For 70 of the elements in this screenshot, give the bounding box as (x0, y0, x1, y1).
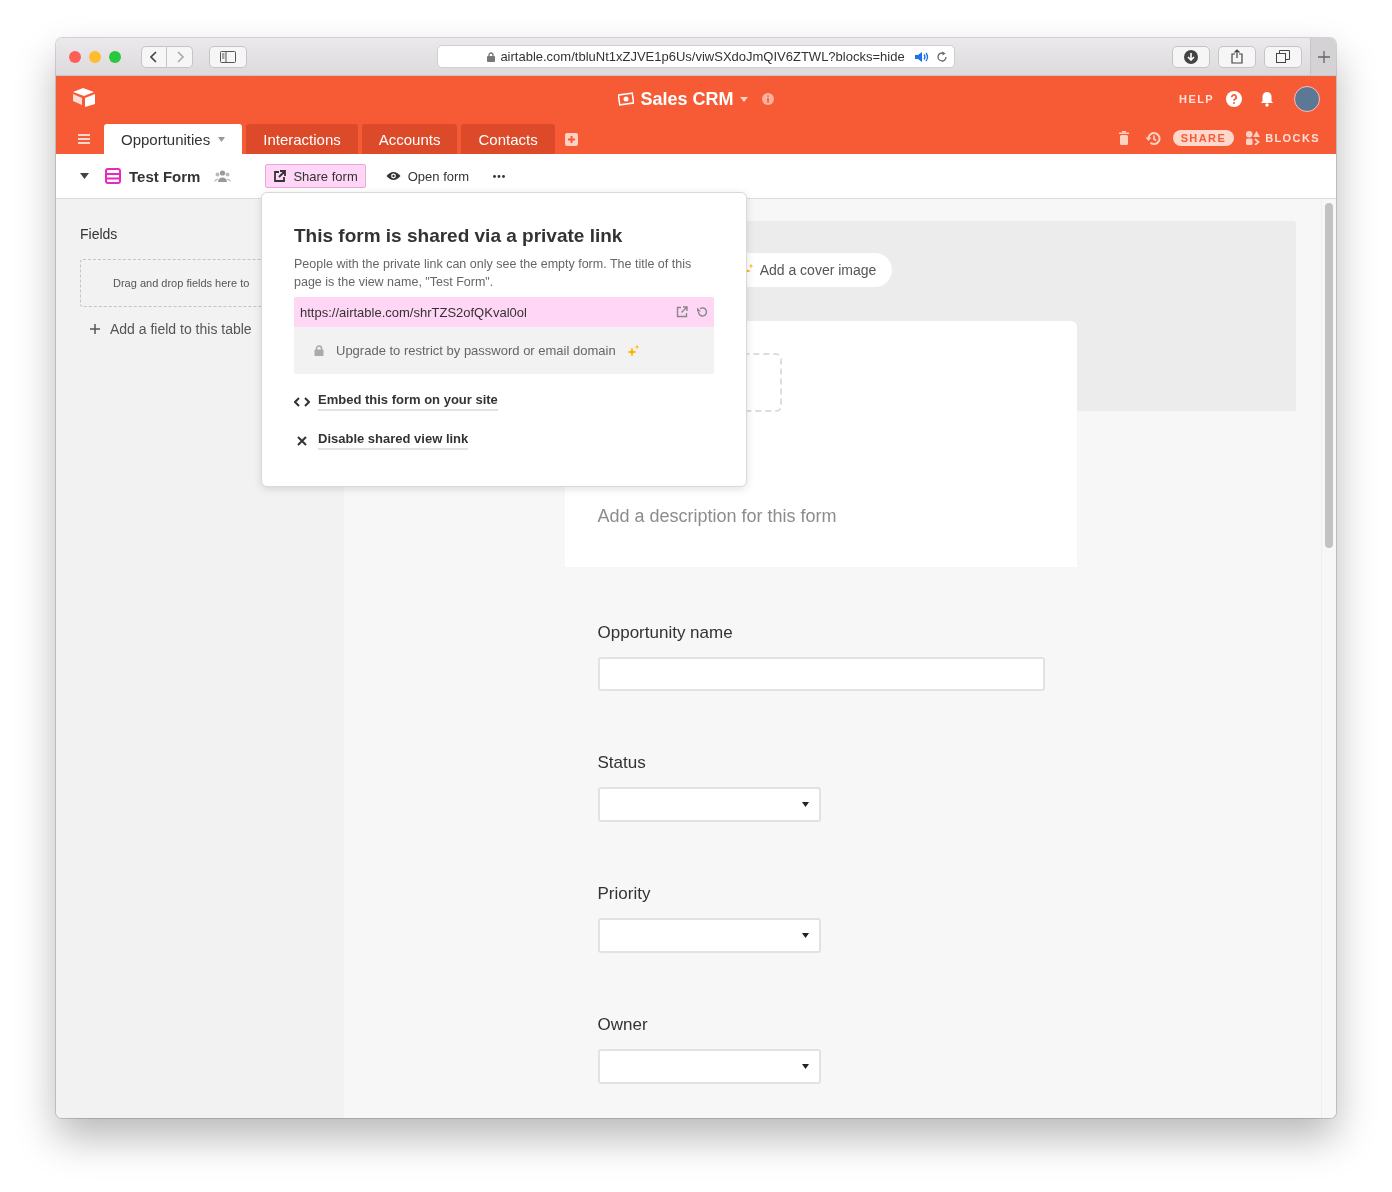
external-link-icon[interactable] (676, 306, 688, 318)
add-field-button[interactable]: Add a field to this table (90, 321, 252, 337)
field-label: Priority (597, 884, 652, 904)
popover-option-link[interactable]: Embed this form on your site (318, 392, 498, 411)
view-name[interactable]: Test Form (129, 167, 201, 185)
caret-icon (801, 933, 809, 938)
table-tab[interactable]: Opportunities (104, 124, 243, 154)
blocks-icon (1246, 131, 1261, 145)
sidebar-button[interactable] (209, 45, 247, 68)
back-button[interactable] (141, 45, 167, 68)
code-icon (294, 396, 310, 407)
history-icon[interactable] (1144, 130, 1161, 146)
sidebar-title: Fields (80, 226, 118, 242)
form-view-icon (105, 168, 121, 184)
popover-description: People with the private link can only see the empty form. The title of this page is the view name, "Test Form". (294, 256, 693, 291)
url-text: airtable.com/tbluNt1xZJVE1p6Us/viwSXdoJmQIV6ZTWL?blocks=hide (500, 49, 905, 64)
field-label: Owner (597, 1015, 649, 1035)
reload-icon[interactable] (936, 50, 948, 63)
zoom-window-button[interactable] (109, 50, 121, 63)
upgrade-text: Upgrade to restrict by password or email domain (336, 343, 616, 358)
sidebar-icon (220, 50, 236, 63)
popover-option-link[interactable]: Disable shared view link (318, 431, 469, 450)
lock-icon (487, 51, 496, 62)
share-link-field[interactable]: https://airtable.com/shrTZS2ofQKval0ol (294, 297, 714, 327)
people-icon[interactable] (214, 170, 232, 182)
tabs-button[interactable] (1264, 45, 1302, 68)
close-icon (297, 435, 307, 446)
speaker-icon[interactable] (914, 50, 930, 63)
trash-icon[interactable] (1118, 131, 1129, 145)
chevron-left-icon (150, 50, 158, 63)
share-icon (273, 169, 287, 183)
close-window-button[interactable] (69, 50, 81, 63)
user-avatar[interactable] (1294, 86, 1320, 112)
text-input[interactable] (597, 657, 1045, 691)
bell-icon[interactable] (1260, 91, 1274, 107)
forward-button[interactable] (167, 45, 193, 68)
view-action-button[interactable]: Share form (265, 164, 366, 188)
share-button[interactable] (1218, 45, 1256, 68)
more-icon[interactable] (493, 174, 506, 178)
money-icon (618, 92, 635, 106)
eye-icon (385, 171, 401, 181)
plus-icon (1317, 50, 1330, 63)
share-icon (1231, 49, 1243, 64)
scrollbar-thumb[interactable] (1325, 203, 1333, 548)
help-icon[interactable] (1226, 91, 1242, 107)
reset-icon[interactable] (696, 306, 708, 318)
caret-icon (801, 1064, 809, 1069)
tabs-icon (1276, 50, 1290, 63)
new-tab-button[interactable] (1310, 38, 1336, 75)
menu-icon[interactable] (78, 134, 90, 144)
lock-icon (314, 345, 324, 356)
plus-icon (90, 324, 100, 334)
chevron-right-icon (175, 50, 184, 63)
popover-title: This form is shared via a private link (294, 225, 624, 247)
table-tab[interactable]: Contacts (461, 124, 555, 154)
add-table-icon[interactable] (564, 132, 578, 146)
downloads-button[interactable] (1172, 45, 1210, 68)
download-icon (1184, 49, 1198, 64)
table-tab[interactable]: Interactions (246, 124, 358, 154)
caret-icon (801, 802, 809, 807)
info-icon[interactable] (761, 93, 774, 105)
table-tab[interactable]: Accounts (361, 124, 458, 154)
field-label: Opportunity name (597, 623, 734, 643)
upgrade-notice[interactable]: Upgrade to restrict by password or email domain (294, 327, 714, 374)
caret-icon[interactable] (80, 173, 89, 179)
address-bar[interactable]: airtable.com/tbluNt1xZJVE1p6Us/viwSXdoJmQIV6ZTWL?blocks=hide (437, 45, 955, 68)
cube-logo-icon[interactable] (72, 87, 96, 107)
minimize-window-button[interactable] (89, 50, 101, 63)
view-action-button[interactable]: Open form (377, 164, 478, 188)
field-label: Status (597, 753, 647, 773)
